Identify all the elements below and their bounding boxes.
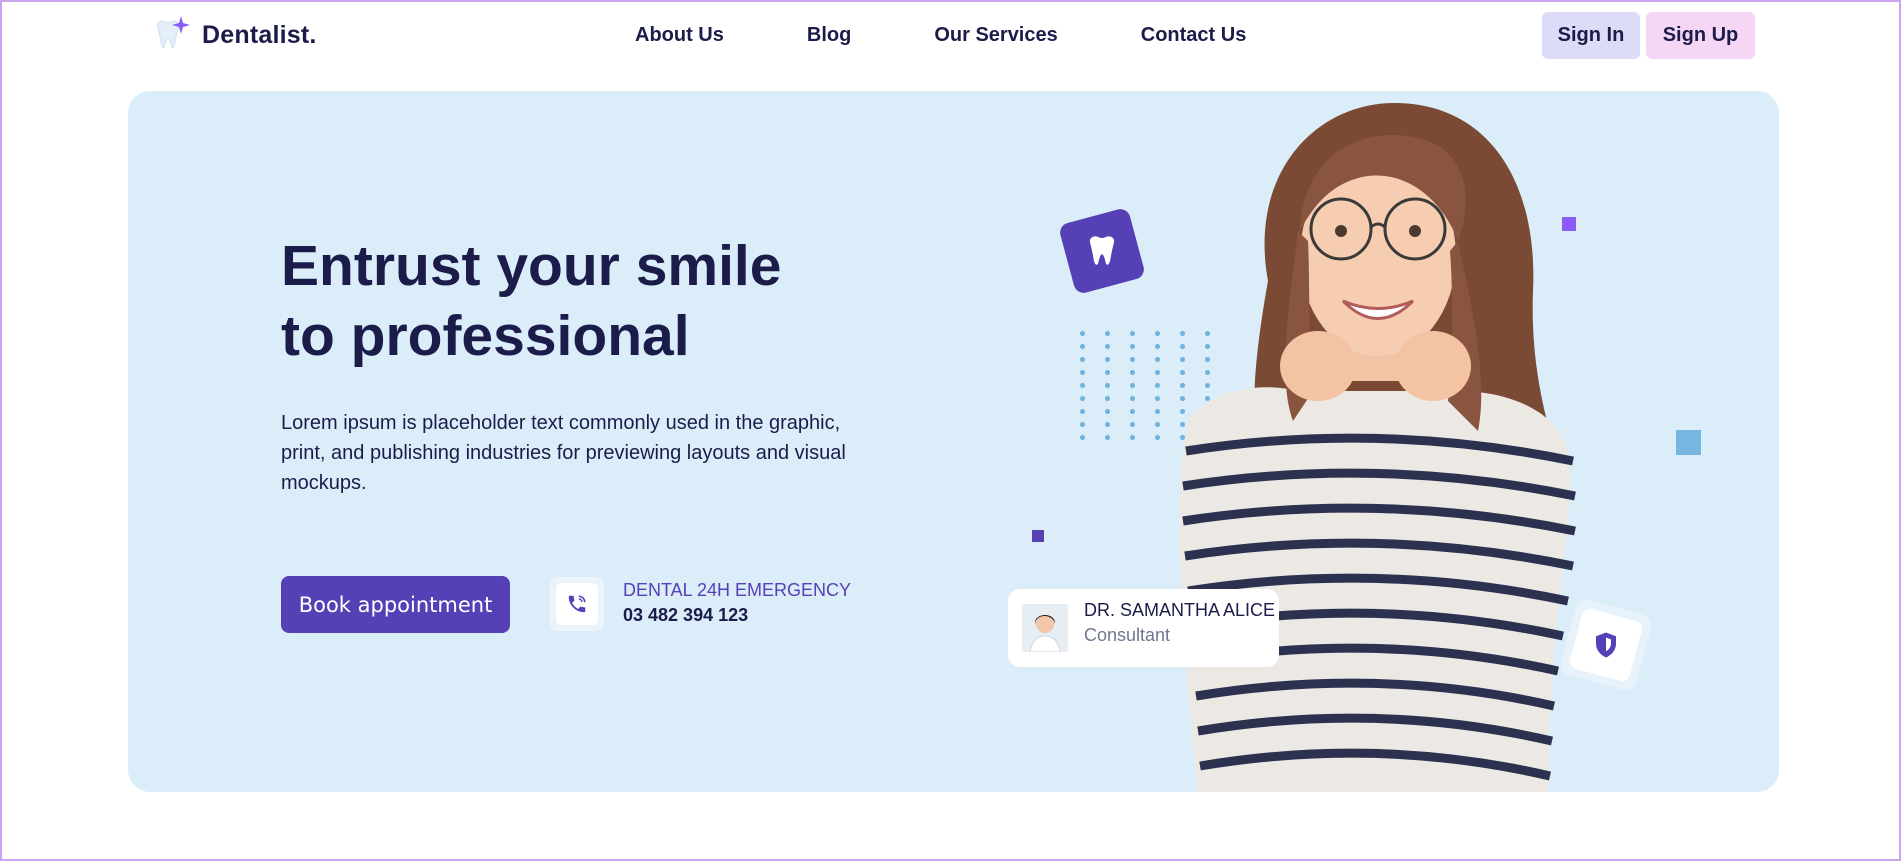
decor-square-small xyxy=(1032,530,1044,542)
shield-icon xyxy=(1596,632,1616,658)
decor-square-blue xyxy=(1676,430,1701,455)
emergency-phone-badge[interactable] xyxy=(550,577,604,631)
nav-link-contact-us[interactable]: Contact Us xyxy=(1141,24,1247,47)
emergency-label: DENTAL 24H EMERGENCY xyxy=(623,580,852,600)
sign-up-button[interactable]: Sign Up xyxy=(1646,12,1755,59)
nav-link-blog[interactable]: Blog xyxy=(807,24,851,47)
brand-name: Dentalist. xyxy=(202,20,317,49)
hero-headline-line-2: to professional xyxy=(281,304,690,368)
emergency-phone-number[interactable]: 03 482 394 123 xyxy=(623,605,748,626)
sign-in-button[interactable]: Sign In xyxy=(1542,12,1640,59)
doctor-role: Consultant xyxy=(1084,625,1171,645)
hero-headline-line-1: Entrust your smile xyxy=(281,234,782,298)
nav-link-about-us[interactable]: About Us xyxy=(635,24,724,47)
brand-logo[interactable]: Dentalist. xyxy=(152,14,317,56)
smiling-woman-image xyxy=(1179,102,1576,792)
main-nav: About Us Blog Our Services Contact Us xyxy=(635,24,1329,47)
phone-icon xyxy=(568,595,586,613)
nav-link-our-services[interactable]: Our Services xyxy=(934,24,1057,47)
top-navbar: Dentalist. About Us Blog Our Services Co… xyxy=(2,2,1899,68)
hero-section: Entrust your smile to professional Lorem… xyxy=(128,91,1779,792)
doctor-name: DR. SAMANTHA ALICE xyxy=(1084,600,1276,620)
hero-headline: Entrust your smile to professional xyxy=(281,231,901,371)
doctor-card[interactable]: DR. SAMANTHA ALICE Consultant xyxy=(1008,589,1279,667)
hero-description: Lorem ipsum is placeholder text commonly… xyxy=(281,412,846,494)
doctor-avatar xyxy=(1022,604,1068,652)
tooth-sparkle-logo-icon xyxy=(152,14,194,56)
book-appointment-button[interactable]: Book appointment xyxy=(281,576,510,633)
tooth-icon xyxy=(1089,236,1115,265)
